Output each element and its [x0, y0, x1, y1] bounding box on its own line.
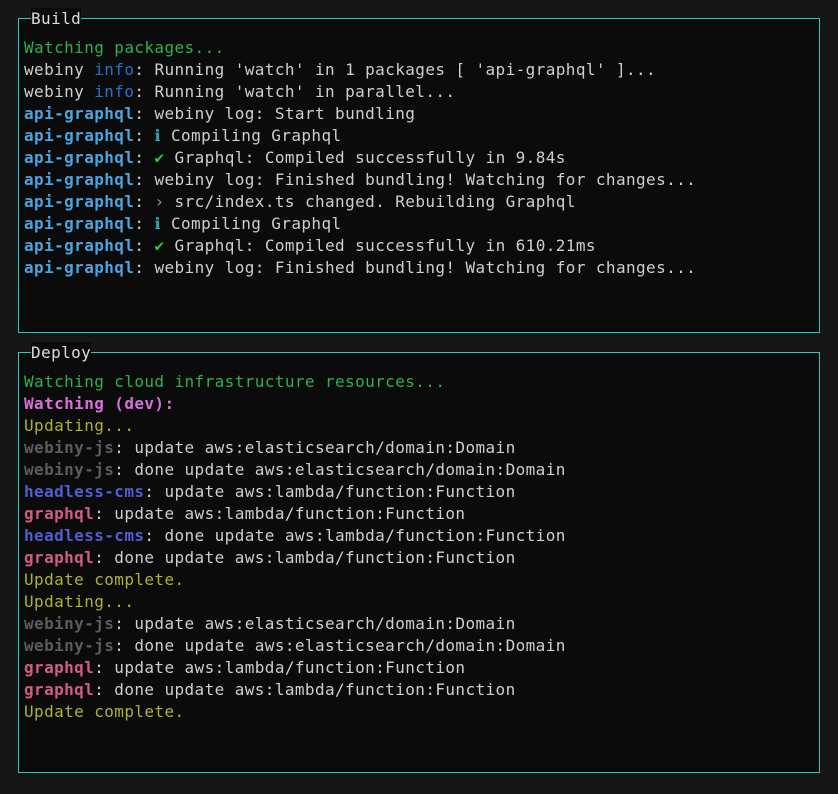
- terminal-line: Update complete.: [24, 701, 815, 723]
- package-name: graphql: [24, 504, 94, 523]
- text-segment: : Running 'watch' in parallel...: [134, 82, 455, 101]
- text-segment: : Running 'watch' in 1 packages [ 'api-g…: [134, 60, 656, 79]
- text-segment: Update complete.: [24, 570, 185, 589]
- terminal-line: webiny-js: done update aws:elasticsearch…: [24, 635, 815, 657]
- text-segment: webiny: [24, 60, 94, 79]
- package-name: webiny-js: [24, 614, 114, 633]
- text-segment: Compiling Graphql: [161, 214, 342, 233]
- package-name: api-graphql: [24, 126, 134, 145]
- success-check-icon: ✔: [154, 236, 164, 255]
- package-name: headless-cms: [24, 482, 144, 501]
- terminal-line: Watching packages...: [24, 37, 815, 59]
- package-name: api-graphql: [24, 258, 134, 277]
- text-segment: : done update aws:lambda/function:Functi…: [94, 548, 515, 567]
- terminal-output: Watching packages... webiny info: Running…: [19, 19, 819, 279]
- terminal-line: webiny-js: update aws:elasticsearch/doma…: [24, 613, 815, 635]
- terminal-line: api-graphql: webiny log: Finished bundli…: [24, 169, 815, 191]
- text-segment: Updating...: [24, 592, 134, 611]
- terminal-line: webiny-js: done update aws:elasticsearch…: [24, 459, 815, 481]
- text-segment: :: [134, 214, 154, 233]
- terminal-line: Updating...: [24, 415, 815, 437]
- terminal-line: graphql: done update aws:lambda/function…: [24, 679, 815, 701]
- terminal-line: api-graphql: › src/index.ts changed. Reb…: [24, 191, 815, 213]
- text-segment: info: [94, 82, 134, 101]
- package-name: webiny-js: [24, 636, 114, 655]
- deploy-panel-title: Deploy: [31, 342, 91, 364]
- terminal-line: api-graphql: ✔ Graphql: Compiled success…: [24, 235, 815, 257]
- package-name: api-graphql: [24, 192, 134, 211]
- text-segment: Watching packages...: [24, 38, 225, 57]
- chevron-icon: ›: [154, 192, 164, 211]
- text-segment: Graphql: Compiled successfully in 610.21…: [165, 236, 596, 255]
- text-segment: Watching cloud infrastructure resources.…: [24, 372, 445, 391]
- terminal-line: Updating...: [24, 591, 815, 613]
- text-segment: : done update aws:lambda/function:Functi…: [94, 680, 515, 699]
- text-segment: :: [134, 148, 154, 167]
- text-segment: : webiny log: Start bundling: [134, 104, 415, 123]
- text-segment: : done update aws:lambda/function:Functi…: [144, 526, 565, 545]
- text-segment: webiny: [24, 82, 94, 101]
- text-segment: :: [134, 236, 154, 255]
- package-name: headless-cms: [24, 526, 144, 545]
- package-name: api-graphql: [24, 236, 134, 255]
- terminal-output: Watching cloud infrastructure resources.…: [19, 353, 819, 723]
- text-segment: Update complete.: [24, 702, 185, 721]
- success-check-icon: ✔: [154, 148, 164, 167]
- text-segment: Watching (dev):: [24, 394, 175, 413]
- terminal-line: headless-cms: update aws:lambda/function…: [24, 481, 815, 503]
- terminal-line: headless-cms: done update aws:lambda/fun…: [24, 525, 815, 547]
- terminal-line: webiny info: Running 'watch' in parallel…: [24, 81, 815, 103]
- text-segment: Graphql: Compiled successfully in 9.84s: [165, 148, 566, 167]
- terminal-line: Update complete.: [24, 569, 815, 591]
- text-segment: info: [94, 60, 134, 79]
- text-segment: src/index.ts changed. Rebuilding Graphql: [165, 192, 576, 211]
- terminal-line: api-graphql: ℹ Compiling Graphql: [24, 213, 815, 235]
- package-name: graphql: [24, 658, 94, 677]
- terminal-line: Watching (dev):: [24, 393, 815, 415]
- text-segment: :: [134, 126, 154, 145]
- text-segment: : update aws:elasticsearch/domain:Domain: [114, 438, 515, 457]
- terminal-line: graphql: update aws:lambda/function:Func…: [24, 503, 815, 525]
- build-panel: Build Watching packages...webiny info: R…: [18, 18, 820, 333]
- terminal-line: webiny info: Running 'watch' in 1 packag…: [24, 59, 815, 81]
- package-name: graphql: [24, 548, 94, 567]
- text-segment: : webiny log: Finished bundling! Watchin…: [134, 258, 696, 277]
- deploy-panel: Deploy Watching cloud infrastructure res…: [18, 352, 820, 773]
- text-segment: : update aws:lambda/function:Function: [94, 658, 465, 677]
- text-segment: :: [134, 192, 154, 211]
- terminal-line: webiny-js: update aws:elasticsearch/doma…: [24, 437, 815, 459]
- text-segment: : update aws:elasticsearch/domain:Domain: [114, 614, 515, 633]
- package-name: api-graphql: [24, 170, 134, 189]
- text-segment: Compiling Graphql: [161, 126, 342, 145]
- package-name: api-graphql: [24, 104, 134, 123]
- terminal-line: api-graphql: ℹ Compiling Graphql: [24, 125, 815, 147]
- text-segment: : update aws:lambda/function:Function: [94, 504, 465, 523]
- text-segment: : webiny log: Finished bundling! Watchin…: [134, 170, 696, 189]
- terminal-line: graphql: update aws:lambda/function:Func…: [24, 657, 815, 679]
- text-segment: : done update aws:elasticsearch/domain:D…: [114, 636, 565, 655]
- build-panel-title: Build: [31, 8, 81, 30]
- package-name: graphql: [24, 680, 94, 699]
- terminal-line: api-graphql: webiny log: Finished bundli…: [24, 257, 815, 279]
- text-segment: : update aws:lambda/function:Function: [144, 482, 515, 501]
- text-segment: : done update aws:elasticsearch/domain:D…: [114, 460, 565, 479]
- terminal-line: api-graphql: ✔ Graphql: Compiled success…: [24, 147, 815, 169]
- package-name: webiny-js: [24, 438, 114, 457]
- package-name: api-graphql: [24, 148, 134, 167]
- terminal-line: api-graphql: webiny log: Start bundling: [24, 103, 815, 125]
- package-name: webiny-js: [24, 460, 114, 479]
- package-name: api-graphql: [24, 214, 134, 233]
- text-segment: Updating...: [24, 416, 134, 435]
- terminal-line: graphql: done update aws:lambda/function…: [24, 547, 815, 569]
- terminal-line: Watching cloud infrastructure resources.…: [24, 371, 815, 393]
